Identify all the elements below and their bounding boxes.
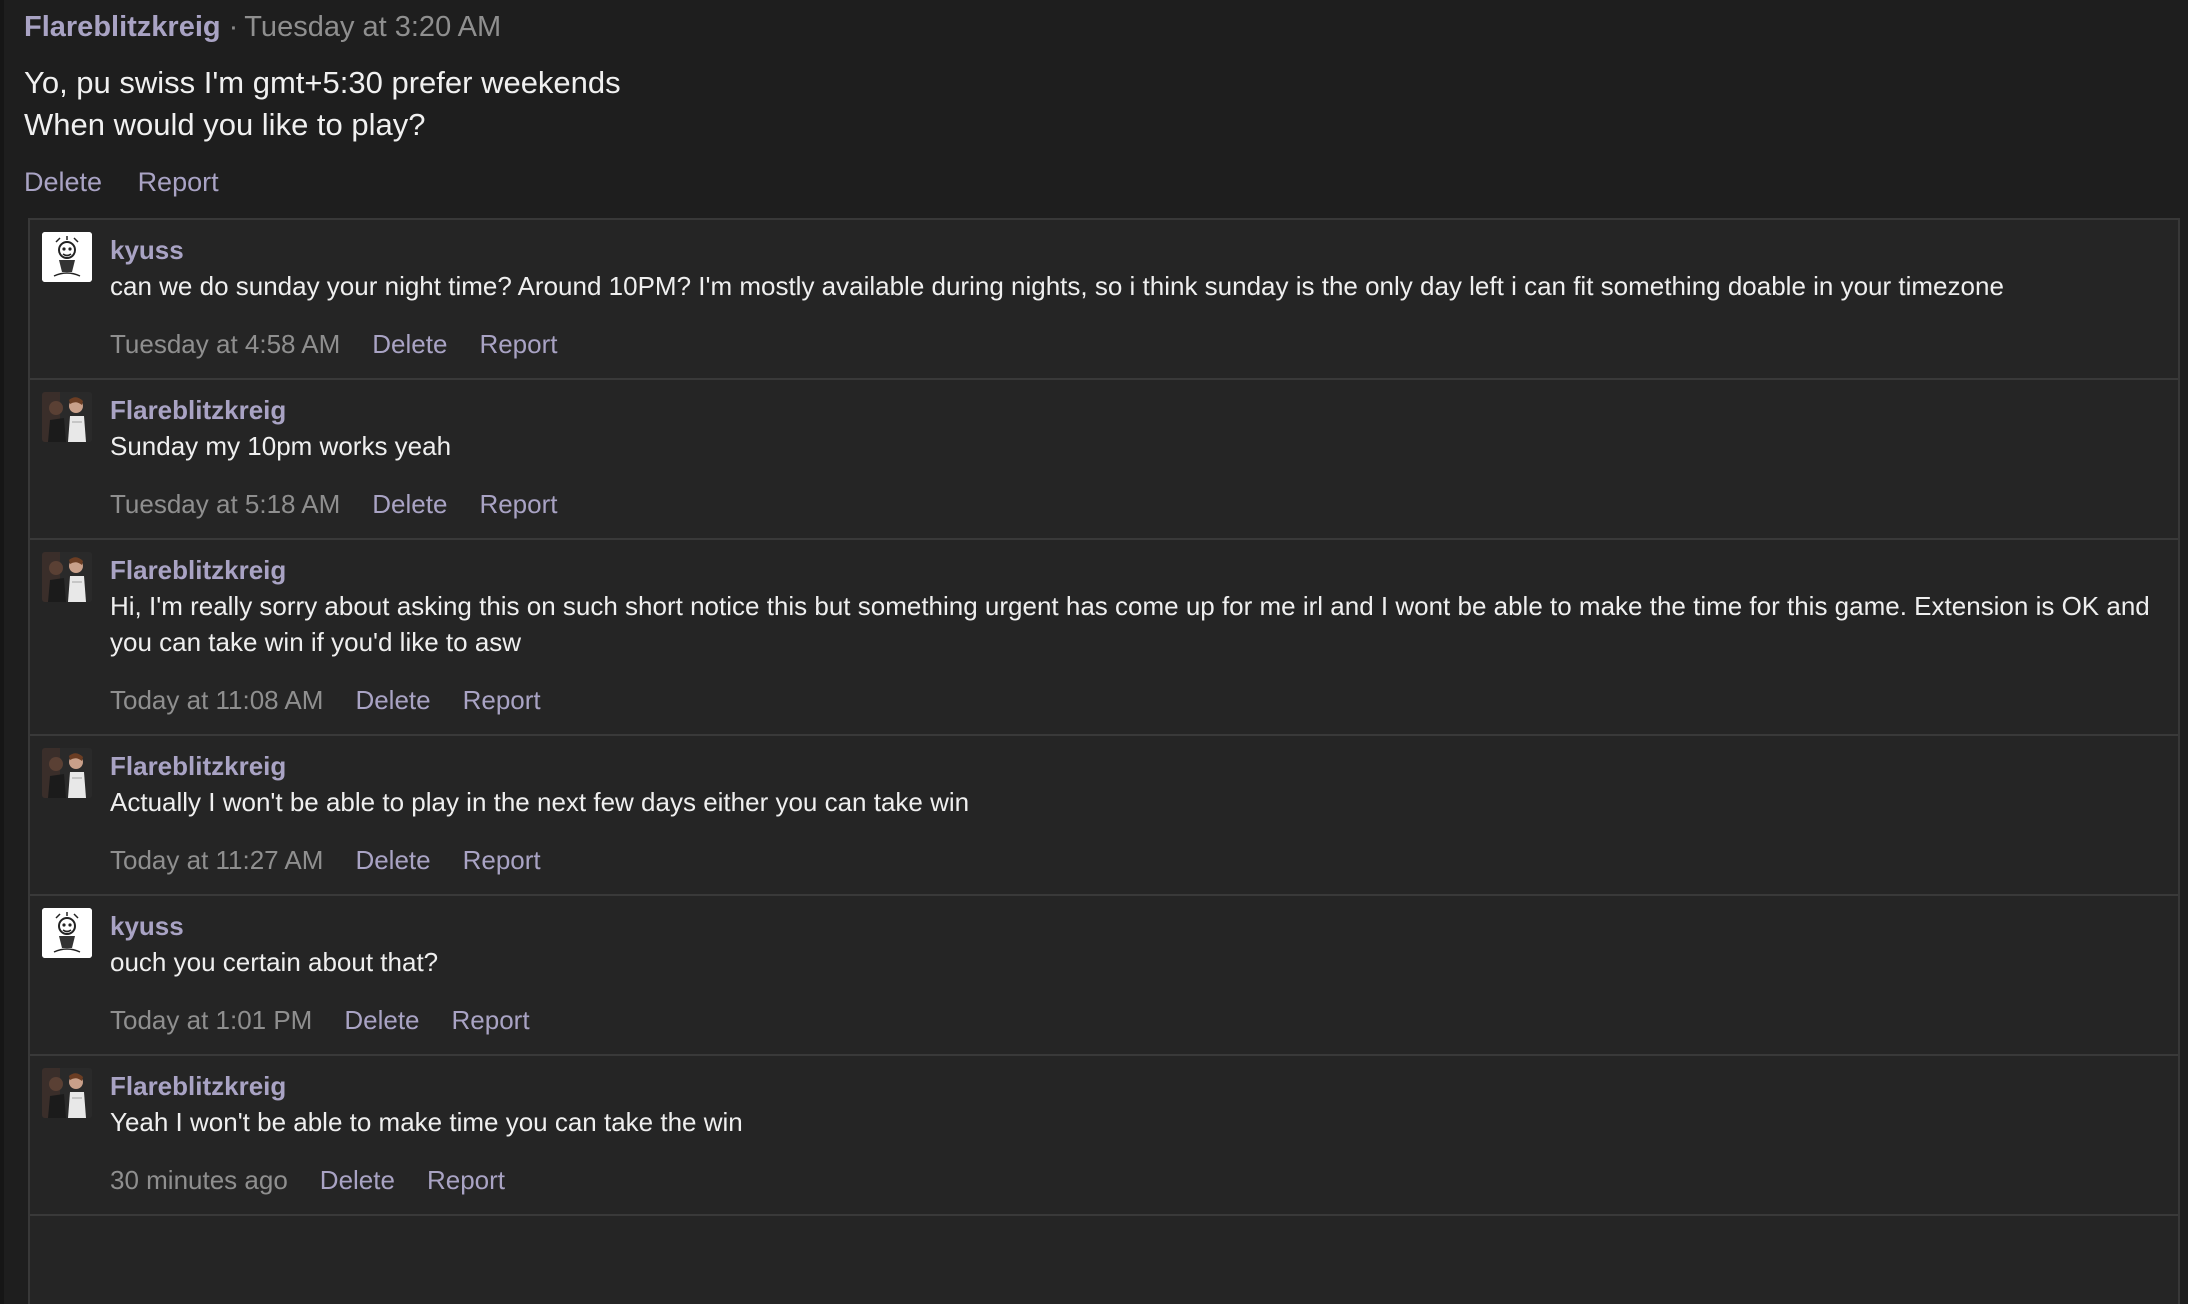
reply-author[interactable]: Flareblitzkreig (110, 748, 2158, 784)
report-button[interactable]: Report (479, 489, 557, 519)
reply-timestamp[interactable]: Tuesday at 5:18 AM (110, 489, 340, 519)
avatar-image (42, 748, 92, 798)
post-timestamp[interactable]: Tuesday at 3:20 AM (244, 11, 501, 43)
reply-timestamp[interactable]: 30 minutes ago (110, 1165, 288, 1195)
reply-author[interactable]: kyuss (110, 908, 2158, 944)
reply-text: Hi, I'm really sorry about asking this o… (110, 591, 2150, 657)
reply-text: Actually I won't be able to play in the … (110, 787, 970, 817)
post-line: When would you like to play? (24, 107, 426, 142)
reply-author[interactable]: Flareblitzkreig (110, 552, 2158, 588)
reply-footer: Today at 1:01 PM Delete Report (110, 1002, 2158, 1054)
reply-footer: 30 minutes ago Delete Report (110, 1162, 2158, 1214)
avatar[interactable] (42, 1068, 92, 1118)
delete-button[interactable]: Delete (355, 685, 430, 715)
meta-separator: · (228, 11, 239, 43)
reply-footer: Tuesday at 4:58 AM Delete Report (110, 326, 2158, 378)
reply-author[interactable]: Flareblitzkreig (110, 1068, 2158, 1104)
reply-item: kyuss ouch you certain about that? Today a… (30, 896, 2178, 1056)
reply-text: ouch you certain about that? (110, 947, 439, 977)
report-button[interactable]: Report (479, 329, 557, 359)
reply-timestamp[interactable]: Today at 11:27 AM (110, 845, 323, 875)
reply-text: Sunday my 10pm works yeah (110, 431, 452, 461)
reply-item: Flareblitzkreig Hi, I'm really sorry abou… (30, 540, 2178, 736)
reply-text: Yeah I won't be able to make time you ca… (110, 1107, 743, 1137)
reply-text: can we do sunday your night time? Around… (110, 271, 2004, 301)
reply-timestamp[interactable]: Tuesday at 4:58 AM (110, 329, 340, 359)
reply-footer: Today at 11:27 AM Delete Report (110, 842, 2158, 894)
reply-item: Flareblitzkreig Yeah I won't be able to m… (30, 1056, 2178, 1216)
original-post: Flareblitzkreig · Tuesday at 3:20 AM Yo, p… (4, 0, 2188, 200)
report-button[interactable]: Report (463, 685, 541, 715)
avatar[interactable] (42, 392, 92, 442)
reply-thread: kyuss can we do sunday your night time? A… (28, 218, 2180, 1304)
post-body: Yo, pu swiss I'm gmt+5:30 prefer weekend… (24, 62, 2188, 146)
reply-item: Flareblitzkreig Sunday my 10pm works yeah… (30, 380, 2178, 540)
report-button[interactable]: Report (463, 845, 541, 875)
avatar-image (42, 392, 92, 442)
conversation-page: Flareblitzkreig · Tuesday at 3:20 AM Yo, p… (0, 0, 2188, 1304)
avatar[interactable] (42, 232, 92, 282)
reply-footer: Today at 11:08 AM Delete Report (110, 682, 2158, 734)
delete-button[interactable]: Delete (372, 489, 447, 519)
delete-button[interactable]: Delete (344, 1005, 419, 1035)
reply-author[interactable]: kyuss (110, 232, 2158, 268)
reply-item: Flareblitzkreig Actually I won't be able … (30, 736, 2178, 896)
reply-timestamp[interactable]: Today at 11:08 AM (110, 685, 323, 715)
reply-author[interactable]: Flareblitzkreig (110, 392, 2158, 428)
reply-timestamp[interactable]: Today at 1:01 PM (110, 1005, 312, 1035)
delete-button[interactable]: Delete (320, 1165, 395, 1195)
avatar-image (42, 1068, 92, 1118)
avatar[interactable] (42, 748, 92, 798)
delete-button[interactable]: Delete (372, 329, 447, 359)
post-author[interactable]: Flareblitzkreig (24, 11, 221, 43)
reply-footer: Tuesday at 5:18 AM Delete Report (110, 486, 2158, 538)
post-actions: Delete Report (24, 164, 2188, 200)
post-line: Yo, pu swiss I'm gmt+5:30 prefer weekend… (24, 65, 621, 100)
avatar-image (42, 552, 92, 602)
avatar[interactable] (42, 552, 92, 602)
report-button[interactable]: Report (452, 1005, 530, 1035)
reply-item: kyuss can we do sunday your night time? A… (30, 220, 2178, 380)
delete-button[interactable]: Delete (24, 167, 102, 197)
delete-button[interactable]: Delete (355, 845, 430, 875)
post-meta: Flareblitzkreig · Tuesday at 3:20 AM (24, 0, 2188, 48)
report-button[interactable]: Report (138, 167, 219, 197)
avatar[interactable] (42, 908, 92, 958)
report-button[interactable]: Report (427, 1165, 505, 1195)
avatar-image (42, 232, 92, 282)
avatar-image (42, 908, 92, 958)
